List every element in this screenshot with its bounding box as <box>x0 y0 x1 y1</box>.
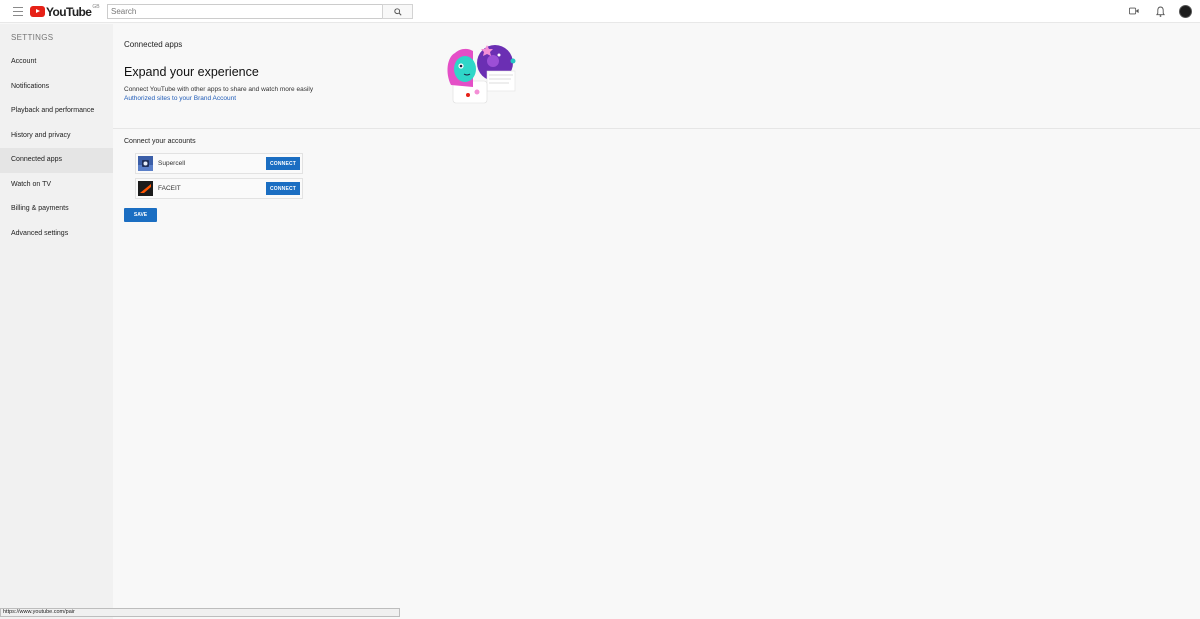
menu-icon[interactable] <box>13 7 23 16</box>
logo-text: YouTube <box>46 4 92 19</box>
page-heading: Connected apps <box>124 40 183 49</box>
faceit-logo <box>138 181 153 196</box>
sidebar-item-playback[interactable]: Playback and performance <box>0 99 113 124</box>
youtube-logo[interactable]: YouTube GB <box>30 4 100 19</box>
expand-description: Connect YouTube with other apps to share… <box>124 86 314 93</box>
youtube-play-icon <box>30 6 45 17</box>
account-name: Supercell <box>158 160 186 167</box>
bell-icon[interactable] <box>1153 4 1167 18</box>
upload-video-icon[interactable] <box>1127 4 1141 18</box>
sidebar-item-account[interactable]: Account <box>0 50 113 75</box>
top-actions <box>1127 4 1192 18</box>
sidebar-item-advanced[interactable]: Advanced settings <box>0 222 113 247</box>
expand-title: Expand your experience <box>124 65 259 79</box>
connect-button-faceit[interactable]: CONNECT <box>266 182 300 195</box>
sidebar-item-connected-apps[interactable]: Connected apps <box>0 148 113 173</box>
masthead: YouTube GB <box>0 0 1200 23</box>
section-divider <box>113 128 1200 129</box>
sidebar-item-watch-on-tv[interactable]: Watch on TV <box>0 173 113 198</box>
search-icon <box>393 7 402 16</box>
authorized-sites-link[interactable]: Authorized sites to your Brand Account <box>124 95 236 102</box>
save-button[interactable]: SAVE <box>124 208 157 222</box>
connect-button-supercell[interactable]: CONNECT <box>266 157 300 170</box>
settings-sidebar: SETTINGS Account Notifications Playback … <box>0 24 113 619</box>
sidebar-title: SETTINGS <box>11 33 54 42</box>
logo-region: GB <box>92 4 100 10</box>
search-input[interactable] <box>107 4 382 19</box>
connect-accounts-label: Connect your accounts <box>124 138 196 145</box>
supercell-logo <box>138 156 153 171</box>
sidebar-item-billing[interactable]: Billing & payments <box>0 197 113 222</box>
account-row-faceit: FACEIT CONNECT <box>135 178 303 199</box>
sidebar-item-history-privacy[interactable]: History and privacy <box>0 124 113 149</box>
browser-status-url: https://www.youtube.com/pair <box>0 608 400 617</box>
search-button[interactable] <box>382 4 413 19</box>
connected-apps-illustration <box>447 45 516 104</box>
account-row-supercell: Supercell CONNECT <box>135 153 303 174</box>
sidebar-item-notifications[interactable]: Notifications <box>0 75 113 100</box>
account-name: FACEIT <box>158 185 181 192</box>
search-bar <box>107 4 413 19</box>
avatar[interactable] <box>1179 4 1192 18</box>
main-content: Connected apps Expand your experience Co… <box>113 24 1200 619</box>
